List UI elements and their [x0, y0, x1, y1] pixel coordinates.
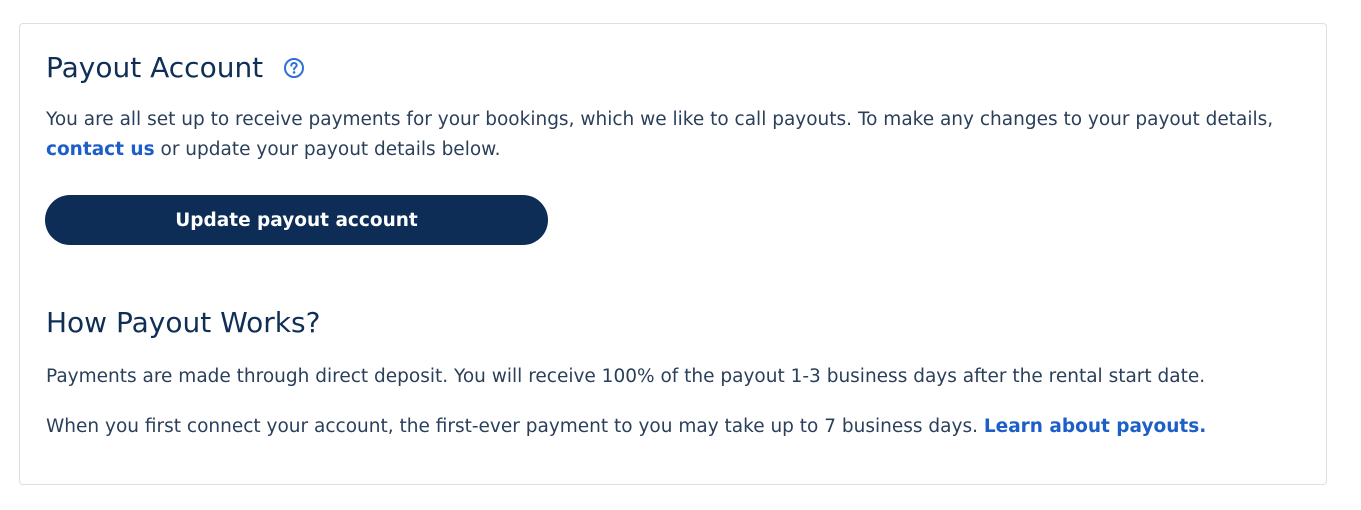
question-circle-icon[interactable] — [283, 57, 305, 79]
contact-us-link[interactable]: contact us — [46, 139, 155, 160]
payout-account-title: Payout Account — [46, 51, 264, 84]
payout-info-paragraph-1: Payments are made through direct deposit… — [46, 366, 1206, 387]
intro-text-before-link: You are all set up to receive payments f… — [46, 109, 1274, 130]
payout-info-paragraph-2-text: When you first connect your account, the… — [46, 416, 978, 437]
how-payout-works-title: How Payout Works? — [46, 306, 321, 339]
update-payout-account-button[interactable]: Update payout account — [45, 195, 548, 245]
payout-info-paragraph-2: When you first connect your account, the… — [46, 412, 1206, 442]
payout-intro-text: You are all set up to receive payments f… — [46, 105, 1273, 165]
payout-account-header: Payout Account — [46, 50, 305, 86]
payout-card: Payout Account You are all set up to rec… — [19, 23, 1327, 485]
learn-about-payouts-link[interactable]: Learn about payouts. — [984, 416, 1206, 437]
intro-text-after-link: or update your payout details below. — [160, 139, 501, 160]
